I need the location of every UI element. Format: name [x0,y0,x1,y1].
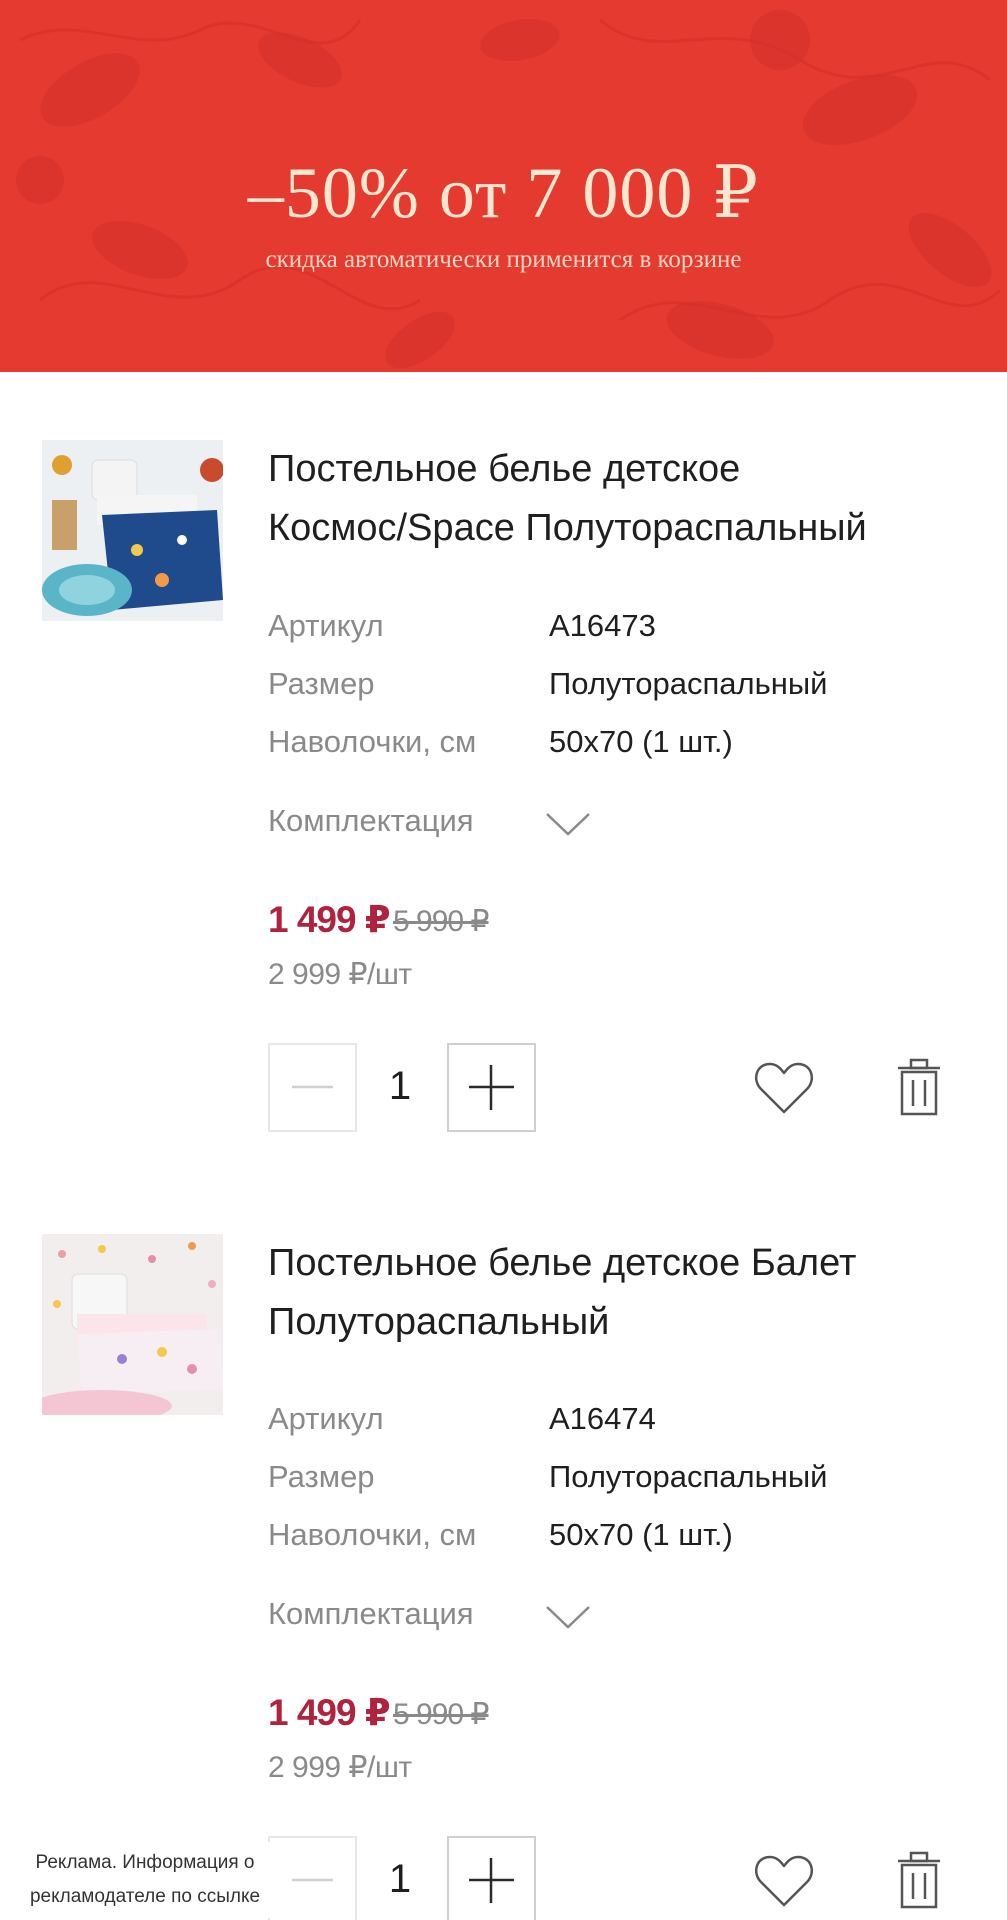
heart-icon[interactable] [753,1853,815,1909]
spec-label-article: Артикул [268,608,384,643]
price-per-unit: 2 999 ₽/шт [268,1751,412,1784]
product-image[interactable] [42,440,223,621]
product-title[interactable]: Постельное белье детское Балет Полуторас… [268,1234,968,1352]
price-old: 5 990 ₽ [393,1698,489,1731]
spec-label-pillowcases: Наволочки, см [268,724,477,759]
chevron-down-icon[interactable] [544,1603,592,1631]
spec-value-pillowcases: 50x70 (1 шт.) [549,724,733,759]
banner-subtitle: скидка автоматически применится в корзин… [265,246,742,273]
quantity-increase-button[interactable] [447,1043,536,1132]
spec-label-pillowcases: Наволочки, см [268,1517,477,1552]
price-old: 5 990 ₽ [393,905,489,938]
spec-label-size: Размер [268,1459,375,1494]
trash-icon[interactable] [896,1058,942,1116]
product-image[interactable] [42,1234,223,1415]
quantity-value: 1 [388,1857,412,1901]
spec-label-article: Артикул [268,1401,384,1436]
price-current: 1 499 ₽ [268,899,391,940]
promo-banner[interactable]: –50% от 7 000 ₽ скидка автоматически при… [0,0,1007,372]
quantity-increase-button[interactable] [447,1836,536,1920]
product-title[interactable]: Постельное белье детское Космос/Space По… [268,440,968,558]
plus-icon [469,1858,514,1903]
price-current: 1 499 ₽ [268,1692,391,1733]
plus-icon [469,1065,514,1110]
quantity-value: 1 [388,1064,412,1108]
kompl-toggle[interactable]: Комплектация [268,803,474,839]
quantity-decrease-button[interactable] [268,1043,357,1132]
spec-value-size: Полутораспальный [549,1459,828,1494]
spec-label-size: Размер [268,666,375,701]
spec-value-size: Полутораспальный [549,666,828,701]
heart-icon[interactable] [753,1060,815,1116]
minus-icon [292,1878,333,1882]
ad-disclosure-link[interactable]: Реклама. Информация о рекламодателе по с… [14,1842,276,1918]
price-per-unit: 2 999 ₽/шт [268,958,412,991]
quantity-decrease-button[interactable] [268,1836,357,1920]
minus-icon [292,1085,333,1089]
spec-value-pillowcases: 50x70 (1 шт.) [549,1517,733,1552]
spec-value-article: A16473 [549,608,656,643]
spec-value-article: A16474 [549,1401,656,1436]
chevron-down-icon[interactable] [544,810,592,838]
kompl-toggle[interactable]: Комплектация [268,1596,474,1632]
banner-title: –50% от 7 000 ₽ [247,153,760,233]
trash-icon[interactable] [896,1851,942,1909]
